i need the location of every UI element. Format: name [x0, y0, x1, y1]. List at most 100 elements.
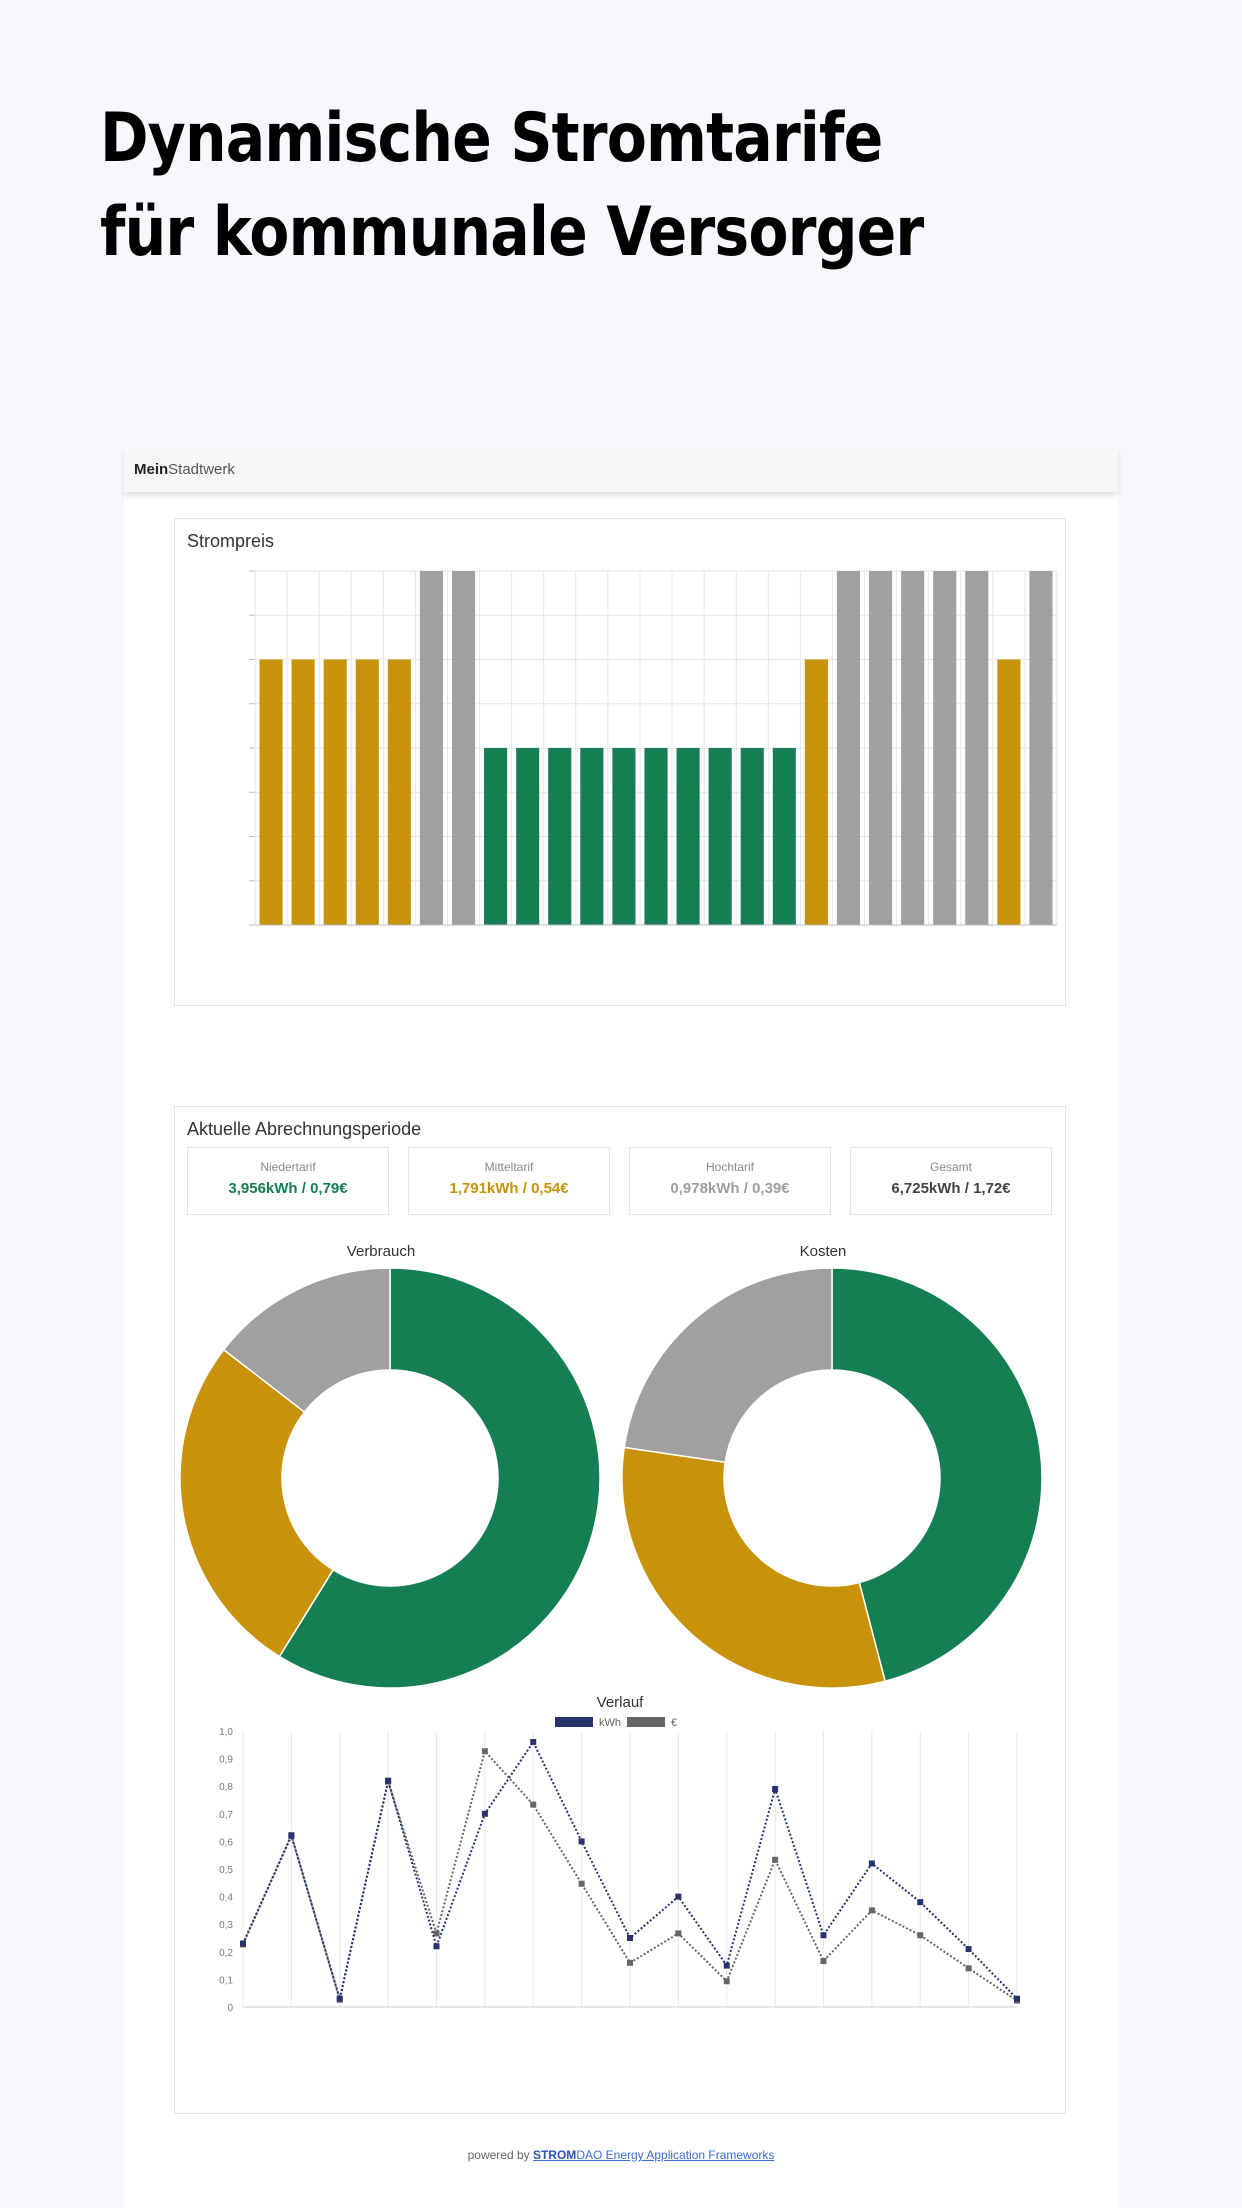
- donut-cost-chart: [621, 1267, 1043, 1689]
- kwh-point: [385, 1777, 392, 1784]
- kwh-point: [675, 1893, 682, 1900]
- cost-point: [627, 1959, 633, 1966]
- stat-hochtarif: Hochtarif 0,978kWh / 0,39€: [629, 1147, 831, 1215]
- line-chart-title: Verlauf: [597, 1694, 645, 1711]
- stat-value: 3,956kWh / 0,79€: [228, 1180, 348, 1197]
- price-bar: [965, 571, 989, 925]
- price-bar: [259, 659, 283, 925]
- stat-value: 6,725kWh / 1,72€: [891, 1180, 1011, 1197]
- kwh-point: [336, 1995, 343, 2002]
- cost-point: [675, 1930, 682, 1937]
- brand-bold: Mein: [134, 461, 169, 478]
- kwh-point: [917, 1899, 924, 1906]
- cost-point: [481, 1748, 488, 1755]
- donut-consumption-chart: [179, 1267, 601, 1689]
- line-ytick-label: 1,0: [219, 1727, 233, 1738]
- line-ytick-label: 0,4: [219, 1893, 233, 1904]
- stat-gesamt: Gesamt 6,725kWh / 1,72€: [850, 1147, 1052, 1215]
- line-ytick-label: 0: [227, 2003, 233, 2014]
- price-bar: [451, 571, 476, 925]
- cost-point: [433, 1930, 440, 1937]
- price-bar: [997, 659, 1021, 925]
- kwh-point: [530, 1739, 537, 1746]
- price-bar: [387, 659, 411, 925]
- kwh-point: [868, 1860, 875, 1867]
- price-bar: [740, 748, 764, 925]
- cost-point: [868, 1907, 875, 1914]
- kwh-point: [481, 1810, 488, 1817]
- price-bar: [419, 571, 443, 925]
- cost-point: [530, 1801, 537, 1808]
- kwh-point: [820, 1932, 827, 1939]
- legend-kwh-label: kWh: [599, 1717, 621, 1729]
- price-bar: [804, 659, 828, 925]
- kwh-point: [578, 1838, 585, 1845]
- kwh-point: [240, 1940, 246, 1947]
- stat-niedertarif: Niedertarif 3,956kWh / 0,79€: [187, 1147, 389, 1215]
- stat-value: 0,978kWh / 0,39€: [670, 1180, 790, 1197]
- legend-cost-label: €: [671, 1717, 677, 1729]
- line-ytick-label: 0,5: [219, 1865, 233, 1876]
- stat-label: Hochtarif: [705, 1160, 755, 1174]
- price-bar-chart: [249, 570, 1058, 926]
- footer-link-bold: STROM: [532, 2148, 577, 2162]
- price-bar: [516, 748, 540, 925]
- stat-label: Gesamt: [929, 1160, 972, 1174]
- navbar: MeinStadtwerk: [124, 448, 1118, 492]
- page-headline: Dynamische Stromtarife für kommunale Ver…: [100, 99, 924, 272]
- cost-point: [820, 1958, 827, 1964]
- cost-point: [965, 1965, 972, 1972]
- cost-point: [578, 1880, 585, 1887]
- price-bar: [580, 748, 604, 925]
- price-bar: [323, 659, 347, 925]
- legend-cost-swatch: [627, 1717, 665, 1727]
- price-bar: [869, 571, 893, 925]
- price-card: Strompreis: [174, 518, 1066, 1006]
- cost-slice: [623, 1267, 833, 1464]
- kwh-point: [1014, 1995, 1020, 2002]
- stat-label: Mitteltarif: [484, 1160, 534, 1174]
- line-ytick-label: 0,3: [219, 1920, 233, 1931]
- cost-point: [772, 1856, 779, 1863]
- price-bar: [291, 659, 315, 925]
- brand-logo[interactable]: MeinStadtwerk: [134, 461, 235, 478]
- kwh-point: [288, 1832, 295, 1839]
- line-ytick-label: 0,9: [219, 1755, 233, 1766]
- price-bar: [1029, 571, 1053, 925]
- price-bar: [901, 571, 925, 925]
- cost-point: [917, 1932, 924, 1939]
- price-bar: [676, 748, 700, 925]
- cost-slice: [621, 1446, 887, 1689]
- cost-point: [723, 1978, 730, 1985]
- price-bar: [644, 748, 668, 925]
- line-ytick-label: 0,8: [219, 1782, 233, 1793]
- price-bar: [612, 748, 636, 925]
- price-bar: [933, 571, 957, 925]
- stat-label: Niedertarif: [260, 1160, 316, 1174]
- line-ytick-label: 0,2: [219, 1948, 233, 1959]
- price-bar: [548, 748, 572, 925]
- kwh-point: [433, 1943, 440, 1950]
- legend-kwh-swatch: [555, 1717, 593, 1727]
- brand-rest: Stadtwerk: [168, 461, 235, 478]
- kwh-point: [627, 1935, 633, 1941]
- footer-link-rest: DAO Energy Application Frameworks: [576, 2148, 775, 2162]
- donut-consumption-title: Verbrauch: [346, 1243, 416, 1260]
- line-ytick-label: 0,7: [219, 1810, 233, 1821]
- kwh-point: [772, 1785, 779, 1792]
- price-bar: [772, 748, 796, 925]
- kwh-point: [965, 1946, 972, 1953]
- price-bar: [355, 659, 379, 925]
- kwh-point: [723, 1962, 730, 1969]
- price-bar: [708, 748, 732, 925]
- history-line-chart: Verlauf kWh €0 0,1 0,2 0,3 0,4 0,5 0,6 0,7 0,8 0,9 1…: [219, 1694, 1020, 2014]
- billing-card: Aktuelle Abrechnungsperiode Niedertarif …: [174, 1106, 1066, 2114]
- line-ytick-label: 0,1: [219, 1975, 233, 1986]
- price-bar: [836, 571, 861, 925]
- donut-cost-title: Kosten: [799, 1243, 847, 1260]
- footer: powered by STROMDAO Energy Application F…: [124, 2148, 1118, 2162]
- line-ytick-label: 0,6: [219, 1837, 233, 1848]
- footer-link[interactable]: STROMDAO Energy Application Frameworks: [533, 2148, 774, 2162]
- price-bar: [484, 748, 508, 925]
- billing-card-title: Aktuelle Abrechnungsperiode: [187, 1119, 422, 1139]
